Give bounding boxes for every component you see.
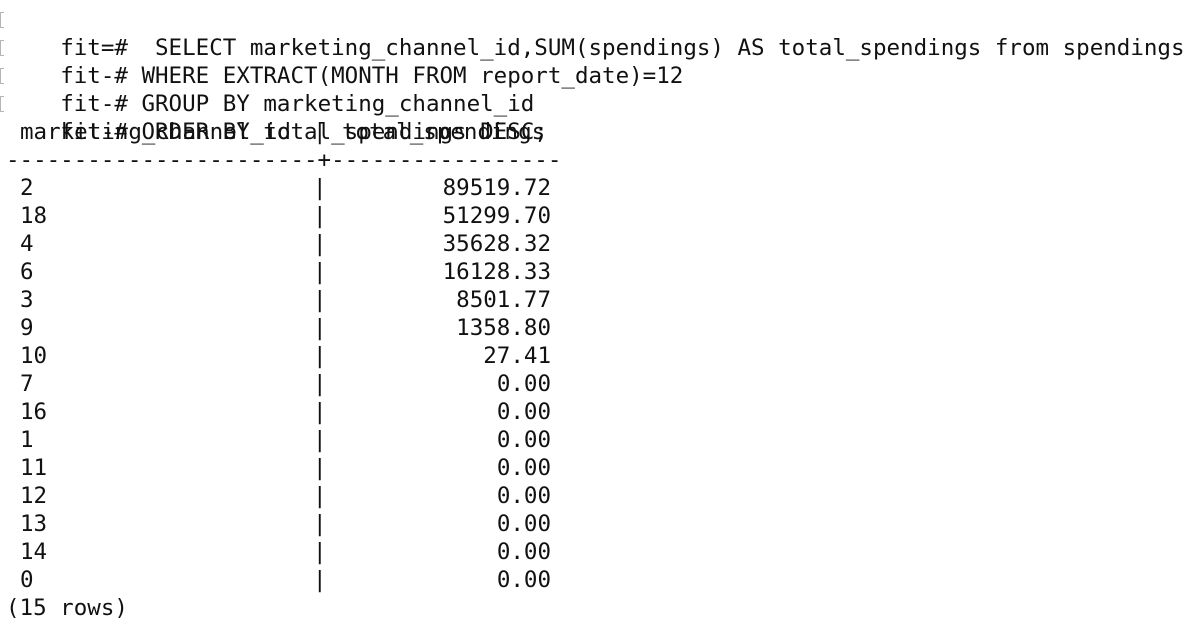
column-separator: |	[313, 483, 327, 509]
table-row: 1 | 0.00	[0, 426, 1196, 454]
row-count: (15 rows)	[6, 595, 128, 621]
table-header: marketing_channel_id | total_spendings	[0, 118, 1196, 146]
cell-marketing-channel-id: 14	[20, 539, 48, 565]
column-separator: |	[313, 511, 327, 537]
column-separator: |	[313, 175, 327, 201]
line-marker-icon	[0, 68, 4, 84]
cell-total-spendings: 0.00	[496, 399, 551, 425]
table-row: 2 | 89519.72	[0, 174, 1196, 202]
table-row: 3 | 8501.77	[0, 286, 1196, 314]
table-row: 4 | 35628.32	[0, 230, 1196, 258]
table-row: 0 | 0.00	[0, 566, 1196, 594]
line-marker-icon	[0, 12, 4, 28]
cell-marketing-channel-id: 1	[20, 427, 34, 453]
cell-total-spendings: 0.00	[496, 511, 551, 537]
column-separator: |	[313, 343, 327, 369]
table-row: 10 | 27.41	[0, 342, 1196, 370]
cell-marketing-channel-id: 4	[20, 231, 34, 257]
cell-marketing-channel-id: 16	[20, 399, 48, 425]
cell-total-spendings: 0.00	[496, 539, 551, 565]
cell-total-spendings: 0.00	[496, 483, 551, 509]
table-row: 18 | 51299.70	[0, 202, 1196, 230]
table-row: 11 | 0.00	[0, 454, 1196, 482]
column-separator: |	[313, 455, 327, 481]
cell-total-spendings: 51299.70	[442, 203, 551, 229]
terminal-window[interactable]: fit=# SELECT marketing_channel_id,SUM(sp…	[0, 0, 1196, 632]
cell-marketing-channel-id: 11	[20, 455, 48, 481]
cell-marketing-channel-id: 2	[20, 175, 34, 201]
cell-marketing-channel-id: 6	[20, 259, 34, 285]
cell-total-spendings: 0.00	[496, 455, 551, 481]
column-separator: |	[313, 203, 327, 229]
query-line-4: fit-# ORDER BY total_spendings DESC;	[0, 90, 1196, 145]
cell-total-spendings: 16128.33	[442, 259, 551, 285]
cell-total-spendings: 0.00	[496, 567, 551, 593]
cell-total-spendings: 89519.72	[442, 175, 551, 201]
query-line-2: fit-# WHERE EXTRACT(MONTH FROM report_da…	[0, 34, 1196, 89]
cell-marketing-channel-id: 7	[20, 371, 34, 397]
query-line-3: fit-# GROUP BY marketing_channel_id	[0, 62, 1196, 117]
cell-marketing-channel-id: 0	[20, 567, 34, 593]
column-header-total-spendings: total_spendings	[342, 119, 546, 145]
line-marker-icon	[0, 40, 4, 56]
column-separator: |	[313, 567, 327, 593]
table-row: 9 | 1358.80	[0, 314, 1196, 342]
table-row: 6 | 16128.33	[0, 258, 1196, 286]
column-separator: |	[313, 119, 327, 145]
column-separator: |	[313, 399, 327, 425]
table-body: 2 | 89519.72 18 | 51299.70 4 | 35628.32 6 | 16128.3…	[0, 174, 1196, 594]
cell-total-spendings: 8501.77	[456, 287, 551, 313]
table-row: 14 | 0.00	[0, 538, 1196, 566]
cell-total-spendings: 0.00	[496, 427, 551, 453]
cell-marketing-channel-id: 3	[20, 287, 34, 313]
column-separator: |	[313, 259, 327, 285]
table-rule: -----------------------+----------------…	[6, 147, 562, 173]
cell-total-spendings: 1358.80	[456, 315, 551, 341]
table-row: 12 | 0.00	[0, 482, 1196, 510]
column-separator: |	[313, 231, 327, 257]
cell-total-spendings: 27.41	[483, 343, 551, 369]
cell-marketing-channel-id: 12	[20, 483, 48, 509]
column-separator: |	[313, 287, 327, 313]
column-separator: |	[313, 427, 327, 453]
cell-total-spendings: 0.00	[496, 371, 551, 397]
column-separator: |	[313, 371, 327, 397]
cell-marketing-channel-id: 13	[20, 511, 48, 537]
column-separator: |	[313, 315, 327, 341]
cell-total-spendings: 35628.32	[442, 231, 551, 257]
line-marker-icon	[0, 96, 4, 112]
cell-marketing-channel-id: 10	[20, 343, 48, 369]
cell-marketing-channel-id: 18	[20, 203, 48, 229]
column-header-marketing-channel-id: marketing_channel_id	[20, 119, 291, 145]
table-row: 7 | 0.00	[0, 370, 1196, 398]
query-line-1: fit=# SELECT marketing_channel_id,SUM(sp…	[0, 6, 1196, 61]
table-row: 13 | 0.00	[0, 510, 1196, 538]
table-row: 16 | 0.00	[0, 398, 1196, 426]
column-separator: |	[313, 539, 327, 565]
cell-marketing-channel-id: 9	[20, 315, 34, 341]
